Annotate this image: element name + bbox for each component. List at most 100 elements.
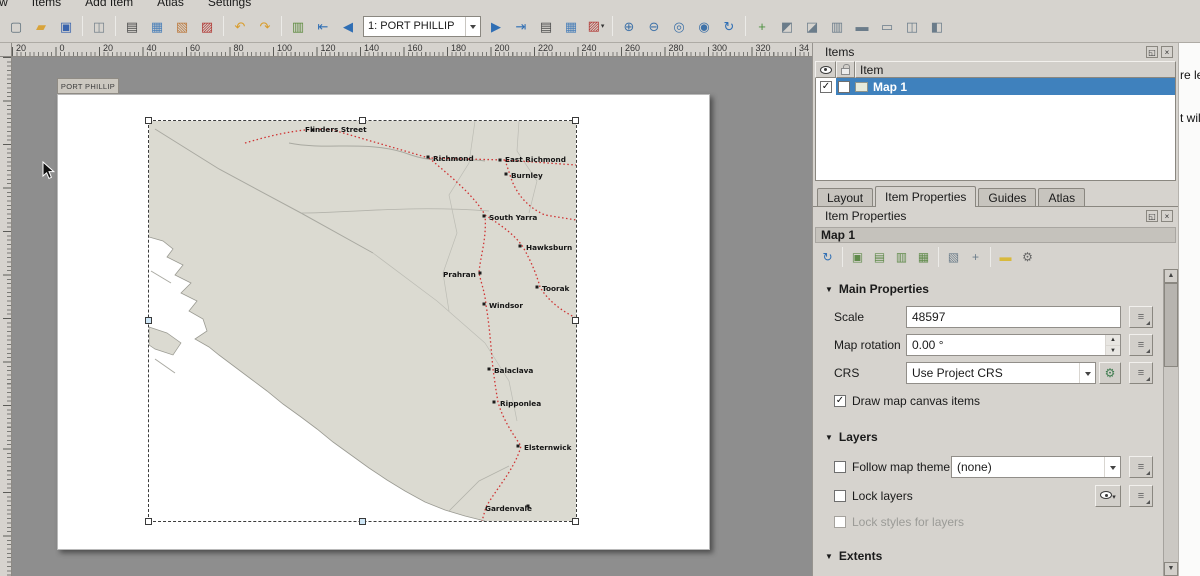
zoom-actual-button[interactable]: ◉ bbox=[692, 14, 716, 38]
spin-up-icon[interactable]: ▲ bbox=[1106, 335, 1120, 346]
selection-handle[interactable] bbox=[145, 317, 152, 324]
set-canvas-scale-to-map-button[interactable]: ▦ bbox=[913, 247, 934, 268]
update-map-preview-button[interactable]: ↻ bbox=[817, 247, 838, 268]
float-panel-button[interactable]: ◱ bbox=[1146, 210, 1158, 222]
interactively-edit-extent-button[interactable]: ▧ bbox=[943, 247, 964, 268]
atlas-feature-combo[interactable]: 1: PORT PHILLIP bbox=[363, 16, 481, 37]
chevron-down-icon[interactable] bbox=[465, 17, 480, 36]
tab-layout[interactable]: Layout bbox=[817, 188, 873, 206]
print-layout-button[interactable]: ▤ bbox=[120, 14, 144, 38]
menu-settings[interactable]: Settings bbox=[208, 0, 251, 9]
atlas-next-feature-button[interactable]: ▶ bbox=[484, 14, 508, 38]
selection-handle[interactable] bbox=[572, 518, 579, 525]
menu-view[interactable]: View bbox=[0, 0, 8, 9]
crs-combo[interactable]: Use Project CRS bbox=[906, 362, 1096, 384]
spin-down-icon[interactable]: ▼ bbox=[1106, 346, 1120, 356]
zoom-in-button[interactable]: ⊕ bbox=[617, 14, 641, 38]
zoom-full-button[interactable]: ◎ bbox=[667, 14, 691, 38]
menu-atlas[interactable]: Atlas bbox=[157, 0, 184, 9]
selection-handle[interactable] bbox=[572, 317, 579, 324]
open-layout-button[interactable]: ▰ bbox=[29, 14, 53, 38]
selection-handle[interactable] bbox=[572, 117, 579, 124]
lock-items-button[interactable]: ◧ bbox=[925, 14, 949, 38]
crs-data-defined-button[interactable]: ≡ bbox=[1129, 362, 1153, 384]
undo-button[interactable]: ↶ bbox=[228, 14, 252, 38]
resize-items-button[interactable]: ▭ bbox=[875, 14, 899, 38]
close-panel-button[interactable]: × bbox=[1161, 210, 1173, 222]
selection-handle[interactable] bbox=[145, 117, 152, 124]
export-svg-button[interactable]: ▧ bbox=[170, 14, 194, 38]
scroll-up-icon[interactable]: ▲ bbox=[1164, 269, 1178, 283]
tab-guides[interactable]: Guides bbox=[978, 188, 1036, 206]
tab-atlas[interactable]: Atlas bbox=[1038, 188, 1085, 206]
float-panel-button[interactable]: ◱ bbox=[1146, 46, 1158, 58]
set-map-extent-to-canvas-button[interactable]: ▣ bbox=[847, 247, 868, 268]
item-visibility-checkbox[interactable]: ✓ bbox=[820, 81, 832, 93]
labeling-settings-button[interactable]: ▬ bbox=[995, 247, 1016, 268]
view-extent-in-canvas-button[interactable]: ▤ bbox=[869, 247, 890, 268]
item-row-map1[interactable]: ✓ Map 1 bbox=[816, 78, 1175, 95]
map-theme-combo[interactable]: (none) bbox=[951, 456, 1121, 478]
export-image-button[interactable]: ▦ bbox=[145, 14, 169, 38]
crs-select-button[interactable]: ⚙ bbox=[1099, 362, 1121, 384]
layer-visibility-button[interactable]: ▾ bbox=[1095, 485, 1121, 507]
draw-map-canvas-items-checkbox[interactable]: ✓ bbox=[834, 395, 846, 407]
raise-items-button[interactable]: ◩ bbox=[775, 14, 799, 38]
map-rotation-input[interactable]: 0.00 ° ▲ ▼ bbox=[906, 334, 1121, 356]
move-map-content-button[interactable]: + bbox=[965, 247, 986, 268]
add-pages-button[interactable]: + bbox=[750, 14, 774, 38]
scroll-down-icon[interactable]: ▼ bbox=[1164, 562, 1178, 576]
clipping-settings-button[interactable]: ⚙ bbox=[1017, 247, 1038, 268]
properties-scrollbar[interactable]: ▲ ▼ bbox=[1163, 269, 1178, 576]
section-main-properties[interactable]: ▼ Main Properties bbox=[813, 281, 1163, 297]
zoom-out-button[interactable]: ⊖ bbox=[642, 14, 666, 38]
section-layers[interactable]: ▼ Layers bbox=[813, 429, 1163, 445]
follow-map-theme-checkbox[interactable] bbox=[834, 461, 846, 473]
atlas-previous-feature-button[interactable]: ◀ bbox=[336, 14, 360, 38]
close-panel-button[interactable]: × bbox=[1161, 46, 1173, 58]
new-layout-button[interactable]: ▢ bbox=[4, 14, 28, 38]
set-map-scale-to-canvas-button[interactable]: ▥ bbox=[891, 247, 912, 268]
layout-canvas[interactable]: PORT PHILLIP bbox=[12, 57, 812, 576]
redo-button[interactable]: ↷ bbox=[253, 14, 277, 38]
scale-input[interactable]: 48597 bbox=[906, 306, 1121, 328]
menu-items[interactable]: Items bbox=[32, 0, 61, 9]
section-extents[interactable]: ▼ Extents bbox=[813, 548, 1163, 564]
selection-handle[interactable] bbox=[359, 117, 366, 124]
layout-page[interactable]: Flinders StreetRichmondEast RichmondBurn… bbox=[57, 94, 710, 550]
export-atlas-button[interactable]: ▨▾ bbox=[584, 14, 608, 38]
export-pdf-button[interactable]: ▨ bbox=[195, 14, 219, 38]
item-lock-checkbox[interactable] bbox=[838, 81, 850, 93]
atlas-last-feature-button[interactable]: ⇥ bbox=[509, 14, 533, 38]
print-atlas-button[interactable]: ▤ bbox=[534, 14, 558, 38]
save-layout-button[interactable]: ▣ bbox=[54, 14, 78, 38]
scale-data-defined-button[interactable]: ≡ bbox=[1129, 306, 1153, 328]
lock-layers-checkbox[interactable] bbox=[834, 490, 846, 502]
group-items-button[interactable]: ◫ bbox=[900, 14, 924, 38]
scrollbar-thumb[interactable] bbox=[1164, 283, 1178, 367]
rotation-data-defined-button[interactable]: ≡ bbox=[1129, 334, 1153, 356]
items-list[interactable]: ✓ Map 1 bbox=[815, 78, 1176, 181]
atlas-settings-button[interactable]: ▥ bbox=[286, 14, 310, 38]
lower-items-button[interactable]: ◪ bbox=[800, 14, 824, 38]
export-atlas-image-button[interactable]: ▦ bbox=[559, 14, 583, 38]
duplicate-layout-button[interactable]: ◫ bbox=[87, 14, 111, 38]
rotation-spinner[interactable]: ▲ ▼ bbox=[1105, 335, 1120, 355]
lock-styles-checkbox[interactable] bbox=[834, 516, 846, 528]
align-items-button[interactable]: ▥ bbox=[825, 14, 849, 38]
distribute-items-button[interactable]: ▬ bbox=[850, 14, 874, 38]
selection-handle[interactable] bbox=[145, 518, 152, 525]
selection-handle[interactable] bbox=[359, 518, 366, 525]
refresh-view-button[interactable]: ↻ bbox=[717, 14, 741, 38]
atlas-first-feature-button[interactable]: ⇤ bbox=[311, 14, 335, 38]
visibility-column-header[interactable] bbox=[815, 61, 836, 78]
item-row-selection[interactable]: Map 1 bbox=[836, 78, 1175, 95]
item-column-header[interactable]: Item bbox=[855, 61, 1176, 78]
map-theme-data-defined-button[interactable]: ≡ bbox=[1129, 456, 1153, 478]
menubar: View Items Add Item Atlas Settings bbox=[0, 0, 1200, 10]
menu-add-item[interactable]: Add Item bbox=[85, 0, 133, 9]
lock-column-header[interactable] bbox=[836, 61, 855, 78]
map-item-frame[interactable]: Flinders StreetRichmondEast RichmondBurn… bbox=[149, 121, 576, 521]
tab-item-properties[interactable]: Item Properties bbox=[875, 186, 976, 207]
lock-layers-data-defined-button[interactable]: ≡ bbox=[1129, 485, 1153, 507]
